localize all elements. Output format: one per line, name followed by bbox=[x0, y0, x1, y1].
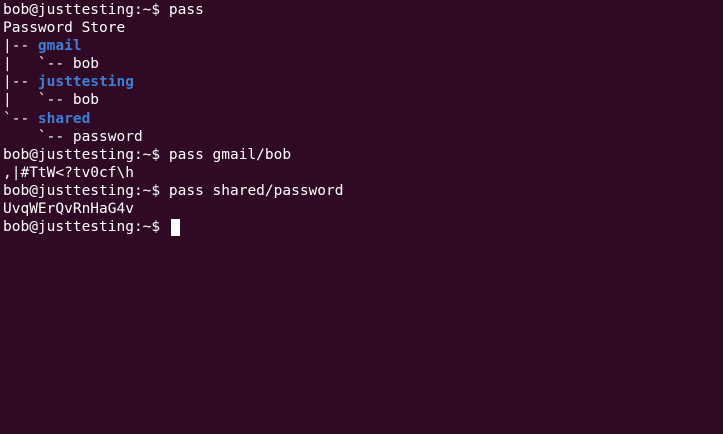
tree-line: | `-- bob bbox=[3, 55, 723, 73]
output-text: UvqWErQvRnHaG4v bbox=[3, 201, 134, 218]
output-line: ,|#TtW<?tv0cf\h bbox=[3, 164, 723, 182]
prompt: bob@justtesting:~$ bbox=[3, 182, 161, 199]
prompt-line: bob@justtesting:~$ pass gmail/bob bbox=[3, 146, 723, 164]
tree-entry: `-- password bbox=[3, 128, 143, 145]
prompt: bob@justtesting:~$ bbox=[3, 2, 161, 18]
prompt-line: bob@justtesting:~$ pass shared/password bbox=[3, 182, 723, 200]
terminal-window[interactable]: bob@justtesting:~$ pass Password Store |… bbox=[0, 0, 723, 434]
tree-line: |-- gmail bbox=[3, 37, 723, 55]
tree-branch: `-- bbox=[3, 110, 38, 127]
tree-line: `-- shared bbox=[3, 110, 723, 128]
prompt: bob@justtesting:~$ bbox=[3, 219, 161, 236]
tree-directory-gmail: gmail bbox=[37, 38, 82, 55]
output-text: ,|#TtW<?tv0cf\h bbox=[3, 164, 134, 181]
command: pass bbox=[168, 2, 204, 18]
prompt: bob@justtesting:~$ bbox=[3, 146, 161, 163]
tree-line: |-- justtesting bbox=[3, 73, 723, 91]
prompt-line: bob@justtesting:~$ pass bbox=[3, 1, 723, 19]
tree-branch: |-- bbox=[3, 74, 38, 91]
tree-branch: |-- bbox=[3, 38, 38, 55]
command: pass shared/password bbox=[168, 182, 344, 199]
tree-entry: | `-- bob bbox=[3, 92, 100, 109]
text-cursor bbox=[170, 218, 180, 236]
tree-line: `-- password bbox=[3, 128, 723, 146]
tree-directory-shared: shared bbox=[37, 110, 91, 127]
command: pass gmail/bob bbox=[168, 146, 292, 163]
output-line: UvqWErQvRnHaG4v bbox=[3, 200, 723, 218]
output-text: Password Store bbox=[3, 20, 126, 37]
tree-entry: | `-- bob bbox=[3, 56, 100, 73]
tree-directory-justtesting: justtesting bbox=[37, 74, 134, 91]
output-line: Password Store bbox=[3, 19, 723, 37]
prompt-line-active[interactable]: bob@justtesting:~$ bbox=[3, 218, 723, 236]
tree-line: | `-- bob bbox=[3, 91, 723, 109]
